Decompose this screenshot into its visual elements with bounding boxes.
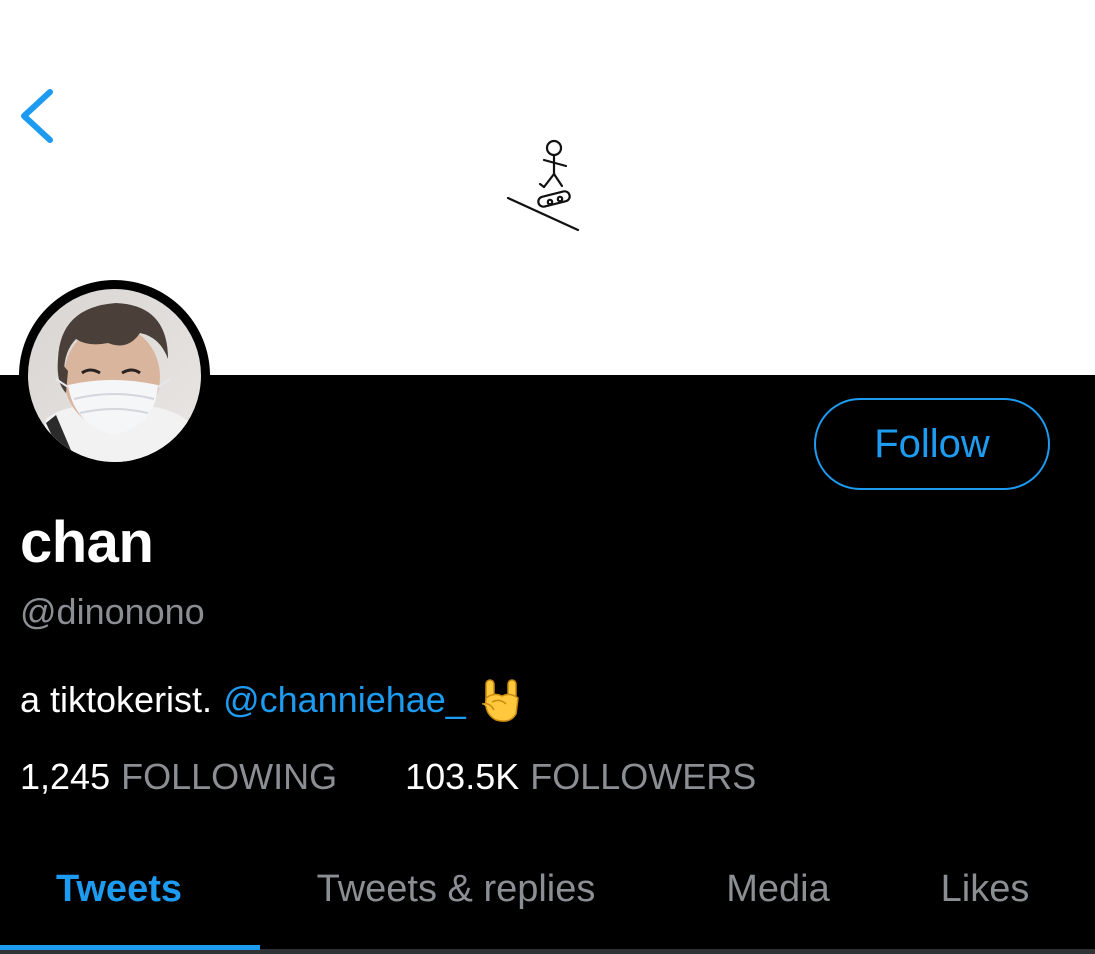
display-name: chan xyxy=(20,510,154,575)
tab-media[interactable]: Media xyxy=(690,835,866,943)
follow-button[interactable]: Follow xyxy=(814,398,1050,490)
profile-screen: Follow chan @dinonono a tiktokerist. @ch… xyxy=(0,0,1095,954)
following-stat[interactable]: 1,245 FOLLOWING xyxy=(20,752,337,802)
following-label: FOLLOWING xyxy=(121,756,338,797)
avatar-image xyxy=(28,289,201,462)
tab-likes[interactable]: Likes xyxy=(910,835,1060,943)
profile-tabs: Tweets Tweets & replies Media Likes xyxy=(0,835,1095,954)
active-tab-indicator xyxy=(0,945,260,950)
followers-count: 103.5K xyxy=(405,756,520,797)
followers-label: FOLLOWERS xyxy=(530,756,757,797)
chevron-left-icon xyxy=(21,89,53,143)
bio-text: a tiktokerist. xyxy=(20,679,213,720)
followers-stat[interactable]: 103.5K FOLLOWERS xyxy=(405,752,756,802)
tab-tweets[interactable]: Tweets xyxy=(0,835,238,943)
avatar[interactable] xyxy=(19,280,210,471)
profile-handle: @dinonono xyxy=(20,591,205,632)
skateboarder-drawing xyxy=(506,139,580,232)
following-count: 1,245 xyxy=(20,756,111,797)
profile-photo xyxy=(28,289,201,462)
tab-tweets-and-replies[interactable]: Tweets & replies xyxy=(270,835,642,943)
back-button[interactable] xyxy=(14,82,66,148)
profile-stats: 1,245 FOLLOWING 103.5K FOLLOWERS xyxy=(20,752,756,802)
bio-mention-link[interactable]: @channiehae_ xyxy=(223,672,466,728)
profile-bio: a tiktokerist. @channiehae_ xyxy=(20,672,524,728)
sign-of-the-horns-emoji-icon xyxy=(481,679,519,722)
